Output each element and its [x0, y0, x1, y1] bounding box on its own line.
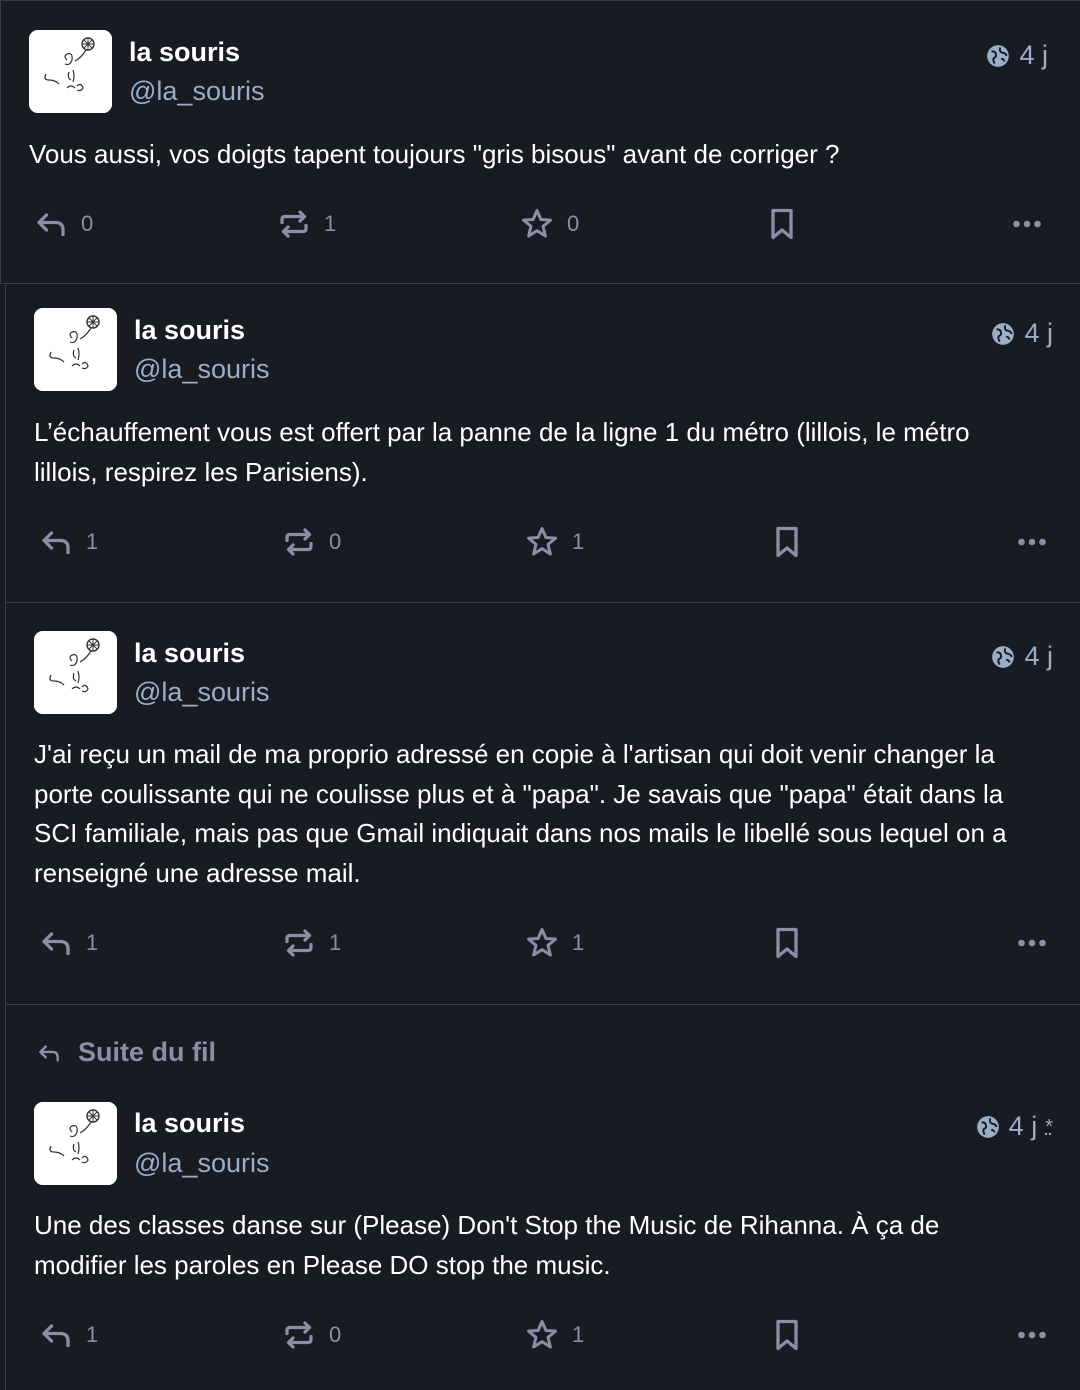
- account-handle[interactable]: @la_souris: [129, 78, 264, 105]
- more-button[interactable]: [1009, 206, 1045, 242]
- boost-count: 1: [324, 211, 337, 236]
- reply-icon: [42, 1324, 70, 1348]
- display-name[interactable]: la souris: [134, 1110, 245, 1137]
- globe-icon: [992, 645, 1015, 668]
- thread-continuation-label[interactable]: Suite du fil: [36, 1037, 216, 1068]
- boost-count: 1: [329, 930, 342, 955]
- star-icon: [527, 1320, 557, 1349]
- display-name[interactable]: la souris: [134, 640, 245, 667]
- reply-button[interactable]: 1: [38, 925, 98, 961]
- reply-button[interactable]: 1: [38, 1317, 98, 1353]
- reply-icon: [37, 213, 65, 237]
- post-meta[interactable]: 4 j *: [975, 1113, 1053, 1140]
- star-icon: [527, 527, 557, 556]
- favourite-button[interactable]: 0: [519, 206, 579, 242]
- post-meta[interactable]: 4 j: [990, 643, 1053, 670]
- reply-button[interactable]: 0: [33, 206, 93, 242]
- boost-icon: [285, 528, 313, 556]
- display-name[interactable]: la souris: [129, 39, 240, 66]
- globe-icon: [987, 44, 1010, 67]
- more-icon: [1018, 1331, 1046, 1339]
- boost-count: 0: [329, 1322, 342, 1347]
- display-name[interactable]: la souris: [134, 317, 245, 344]
- favourite-count: 1: [572, 529, 585, 554]
- more-icon: [1018, 939, 1046, 947]
- avatar[interactable]: [34, 1102, 117, 1185]
- more-icon: [1013, 220, 1041, 228]
- more-button[interactable]: [1014, 524, 1050, 560]
- avatar[interactable]: [34, 308, 117, 391]
- avatar[interactable]: [34, 631, 117, 714]
- boost-button[interactable]: 0: [281, 1317, 341, 1353]
- timestamp[interactable]: 4 j: [1024, 643, 1053, 670]
- favourite-count: 0: [567, 211, 580, 236]
- more-icon: [1018, 538, 1046, 546]
- status-post[interactable]: la souris @la_souris 4 j Vous aussi, vos…: [0, 0, 1080, 284]
- bookmark-button[interactable]: [769, 925, 805, 961]
- reply-icon: [39, 1044, 59, 1062]
- star-icon: [527, 928, 557, 957]
- globe-icon: [992, 322, 1015, 345]
- bookmark-icon: [776, 526, 798, 558]
- timeline-feed: la souris @la_souris 4 j Vous aussi, vos…: [0, 0, 1080, 1390]
- status-post[interactable]: la souris @la_souris 4 j J'ai reçu un ma…: [5, 603, 1080, 1005]
- favourite-button[interactable]: 1: [524, 524, 584, 560]
- action-bar: 0 1 0: [1, 206, 1080, 246]
- edited-indicator[interactable]: *: [1045, 1117, 1053, 1137]
- favourite-button[interactable]: 1: [524, 925, 584, 961]
- globe-icon: [976, 1115, 999, 1138]
- account-handle[interactable]: @la_souris: [134, 1150, 269, 1177]
- boost-icon: [285, 1321, 313, 1349]
- favourite-count: 1: [572, 930, 585, 955]
- bookmark-icon: [771, 208, 793, 240]
- boost-button[interactable]: 1: [276, 206, 336, 242]
- thread-label-text: Suite du fil: [78, 1037, 216, 1067]
- star-icon: [522, 209, 552, 238]
- post-content: Vous aussi, vos doigts tapent toujours "…: [29, 139, 840, 169]
- reply-count: 1: [86, 529, 99, 554]
- action-bar: 1 0 1: [6, 524, 1080, 564]
- boost-button[interactable]: 1: [281, 925, 341, 961]
- bookmark-button[interactable]: [769, 1317, 805, 1353]
- account-handle[interactable]: @la_souris: [134, 679, 269, 706]
- status-post[interactable]: la souris @la_souris 4 j L’échauffement …: [5, 284, 1080, 603]
- boost-count: 0: [329, 529, 342, 554]
- favourite-count: 1: [572, 1322, 585, 1347]
- bookmark-icon: [776, 927, 798, 959]
- post-content: L’échauffement vous est offert par la pa…: [34, 417, 970, 487]
- action-bar: 1 0 1: [6, 1317, 1080, 1357]
- post-meta[interactable]: 4 j: [990, 320, 1053, 347]
- post-meta[interactable]: 4 j: [985, 42, 1048, 69]
- reply-button[interactable]: 1: [38, 524, 98, 560]
- timestamp[interactable]: 4 j: [1024, 320, 1053, 347]
- favourite-button[interactable]: 1: [524, 1317, 584, 1353]
- reply-icon: [42, 531, 70, 555]
- reply-count: 0: [81, 211, 94, 236]
- more-button[interactable]: [1014, 1317, 1050, 1353]
- boost-icon: [285, 929, 313, 957]
- bookmark-button[interactable]: [769, 524, 805, 560]
- boost-button[interactable]: 0: [281, 524, 341, 560]
- timestamp[interactable]: 4 j: [1009, 1113, 1038, 1140]
- reply-count: 1: [86, 930, 99, 955]
- reply-icon: [42, 932, 70, 956]
- post-content: Une des classes danse sur (Please) Don't…: [34, 1210, 940, 1280]
- boost-icon: [280, 210, 308, 238]
- more-button[interactable]: [1014, 925, 1050, 961]
- action-bar: 1 1 1: [6, 925, 1080, 965]
- reply-count: 1: [86, 1322, 99, 1347]
- bookmark-icon: [776, 1319, 798, 1351]
- timestamp[interactable]: 4 j: [1019, 42, 1048, 69]
- status-post[interactable]: Suite du fil la souris @la_souris 4 j * U…: [5, 1005, 1080, 1390]
- bookmark-button[interactable]: [764, 206, 800, 242]
- account-handle[interactable]: @la_souris: [134, 356, 269, 383]
- avatar[interactable]: [29, 30, 112, 113]
- post-content: J'ai reçu un mail de ma proprio adressé …: [34, 739, 1007, 888]
